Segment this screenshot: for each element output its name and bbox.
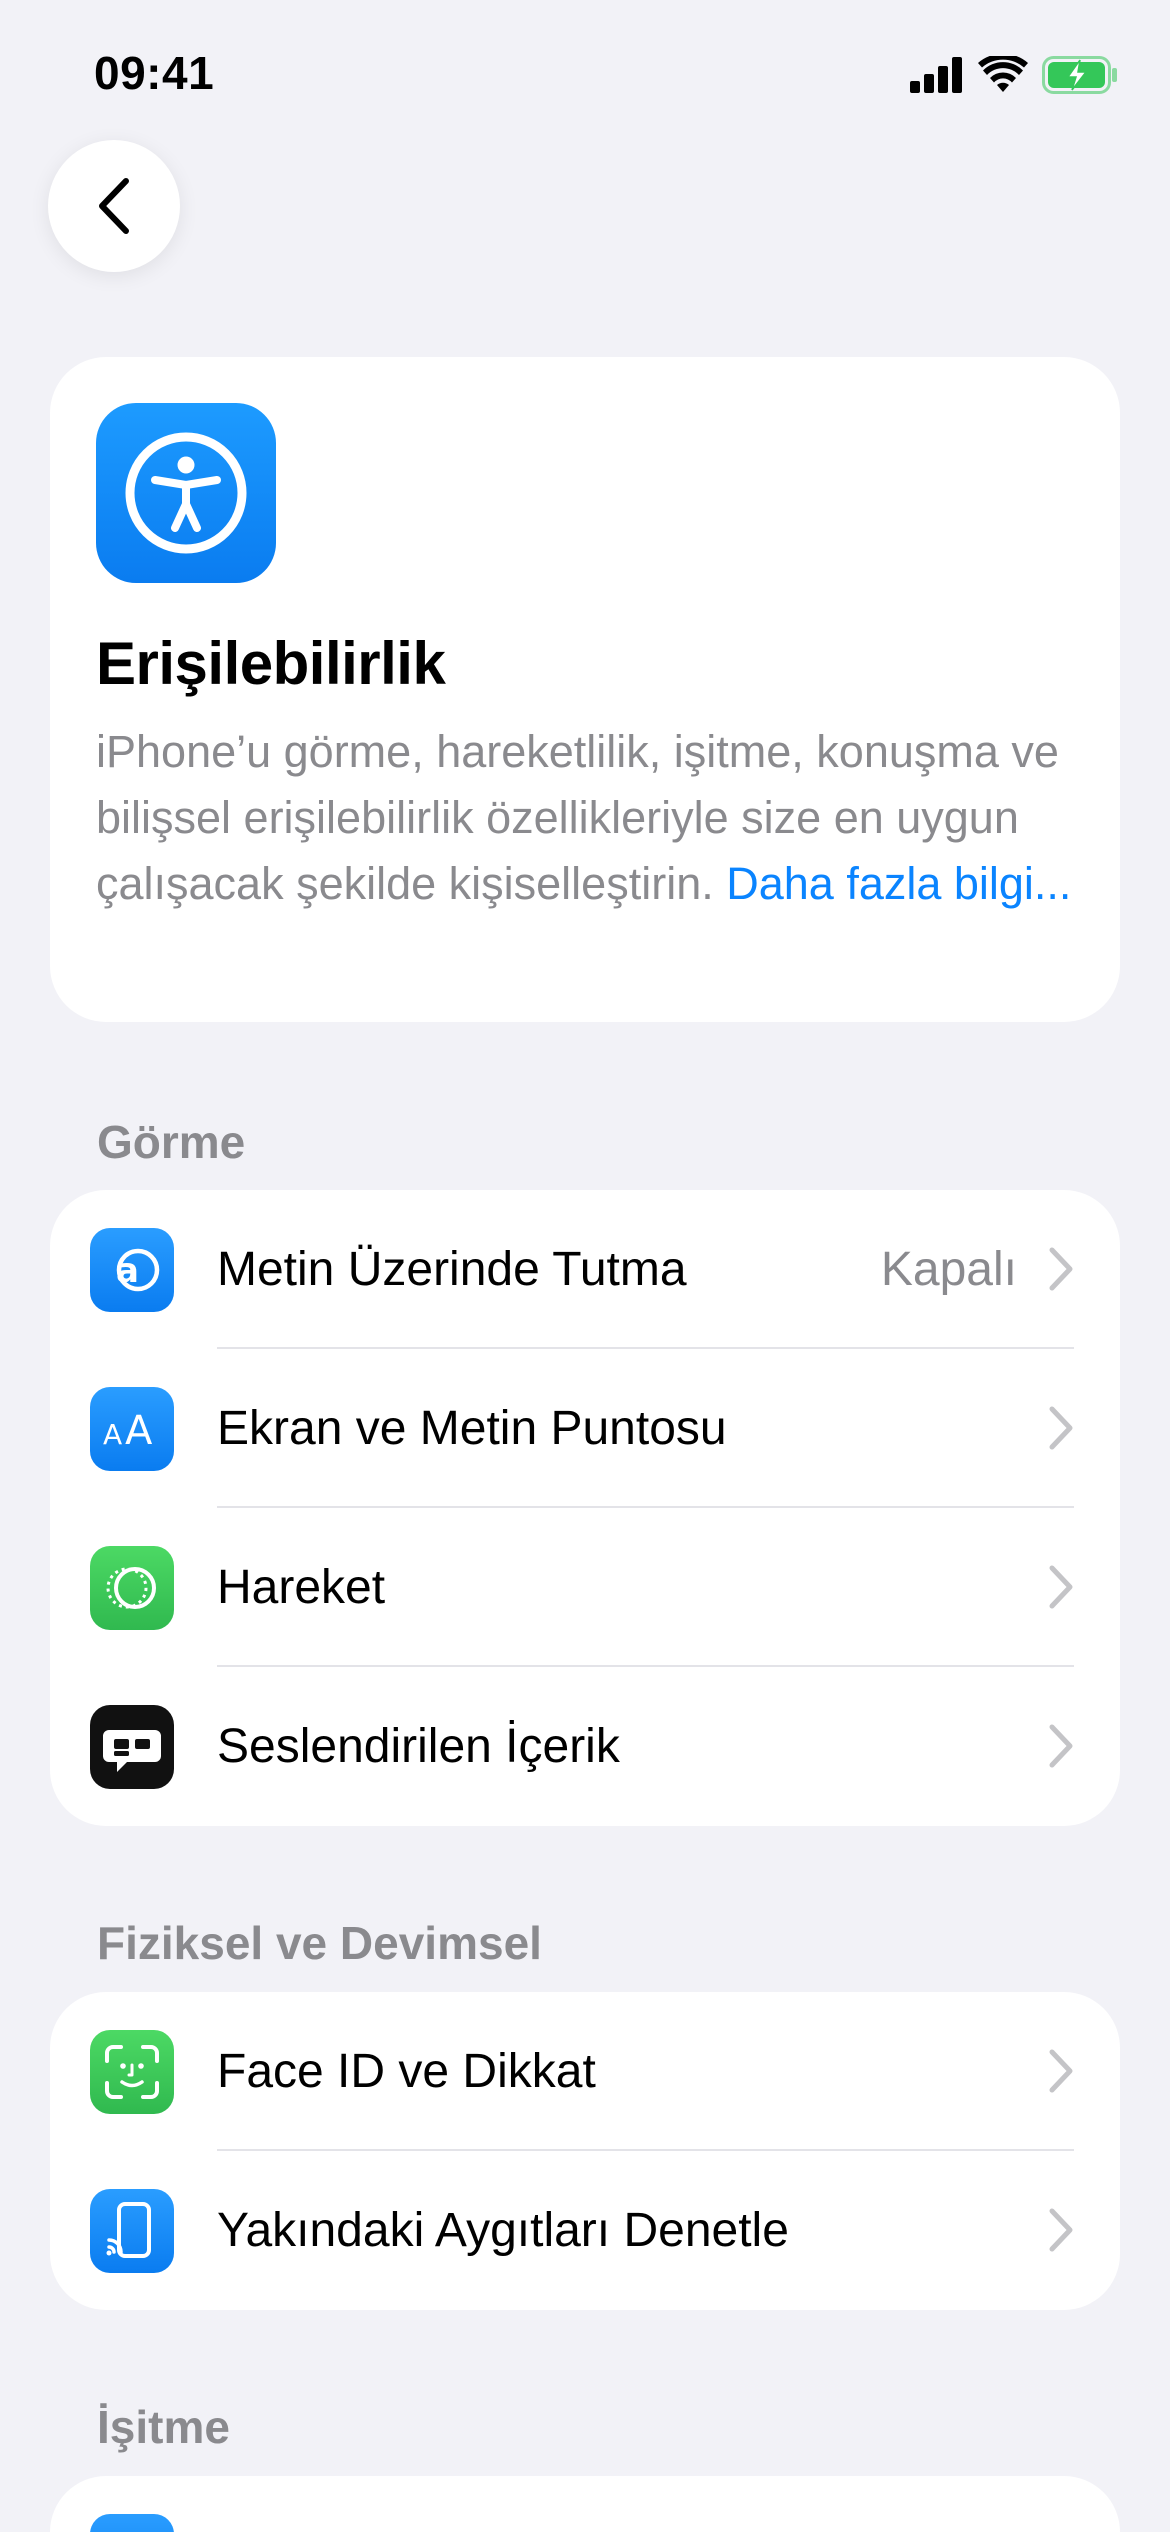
section-header-physical: Fiziksel ve Devimsel [97, 1917, 542, 1969]
motion-icon [90, 1546, 174, 1630]
nearby-devices-icon [90, 2189, 174, 2273]
chevron-right-icon [1049, 2208, 1073, 2252]
header-card: Erişilebilirlik iPhone’u görme, hareketl… [50, 357, 1120, 1022]
row-label: Metin Üzerinde Tutma [217, 1243, 687, 1296]
chevron-left-icon [99, 178, 129, 234]
wifi-icon [978, 56, 1028, 92]
row-label: Seslendirilen İçerik [217, 1720, 620, 1773]
settings-row-face-id[interactable]: Face ID ve Dikkat [50, 1992, 1120, 2151]
learn-more-link[interactable]: Daha fazla bilgi... [726, 858, 1071, 909]
hearing-settings-group [50, 2476, 1120, 2532]
row-label: Yakındaki Aygıtları Denetle [217, 2204, 789, 2257]
chevron-right-icon [1049, 2049, 1073, 2093]
svg-text:A: A [125, 1408, 153, 1454]
status-bar: 09:41 [0, 0, 1170, 150]
hearing-devices-icon [90, 2514, 174, 2532]
svg-text:A: A [103, 1418, 122, 1451]
svg-text:a: a [116, 1251, 139, 1291]
text-size-icon: A A [90, 1387, 174, 1471]
battery-charging-icon [1042, 56, 1117, 94]
settings-row-spoken-content[interactable]: Seslendirilen İçerik [50, 1667, 1120, 1826]
chevron-right-icon [1049, 1247, 1073, 1291]
row-label: Hareket [217, 1561, 386, 1614]
row-label: Face ID ve Dikkat [217, 2045, 596, 2098]
row-label: Ekran ve Metin Puntosu [217, 1402, 727, 1455]
header-description: iPhone’u görme, hareketlilik, işitme, ko… [96, 719, 1086, 917]
spoken-content-icon [90, 1705, 174, 1789]
accessibility-settings-screen: 09:41 Erişilebilirlik iPhone’u görme, ha… [0, 0, 1170, 2532]
settings-row-control-nearby-devices[interactable]: Yakındaki Aygıtları Denetle [50, 2151, 1120, 2310]
vision-settings-group: a Metin Üzerinde Tutma Kapalı A A Ekran … [50, 1190, 1120, 1826]
chevron-right-icon [1049, 1565, 1073, 1609]
settings-row-hover-text[interactable]: a Metin Üzerinde Tutma Kapalı [50, 1190, 1120, 1349]
section-header-hearing: İşitme [97, 2401, 230, 2453]
row-value: Kapalı [880, 1243, 1017, 1296]
section-header-vision: Görme [97, 1116, 246, 1168]
back-button[interactable] [48, 140, 180, 272]
settings-row-hearing-partial[interactable] [50, 2476, 1120, 2532]
settings-row-display-text-size[interactable]: A A Ekran ve Metin Puntosu [50, 1349, 1120, 1508]
face-id-icon [90, 2030, 174, 2114]
chevron-right-icon [1049, 1724, 1073, 1768]
cellular-signal-icon [910, 57, 962, 93]
hover-text-icon: a [90, 1228, 174, 1312]
settings-row-motion[interactable]: Hareket [50, 1508, 1120, 1667]
status-icons [910, 54, 1118, 96]
status-time: 09:41 [94, 47, 215, 99]
accessibility-icon [96, 403, 276, 583]
physical-settings-group: Face ID ve Dikkat Yakındaki Aygıtları De… [50, 1992, 1120, 2310]
page-title: Erişilebilirlik [96, 630, 446, 697]
chevron-right-icon [1049, 1406, 1073, 1450]
